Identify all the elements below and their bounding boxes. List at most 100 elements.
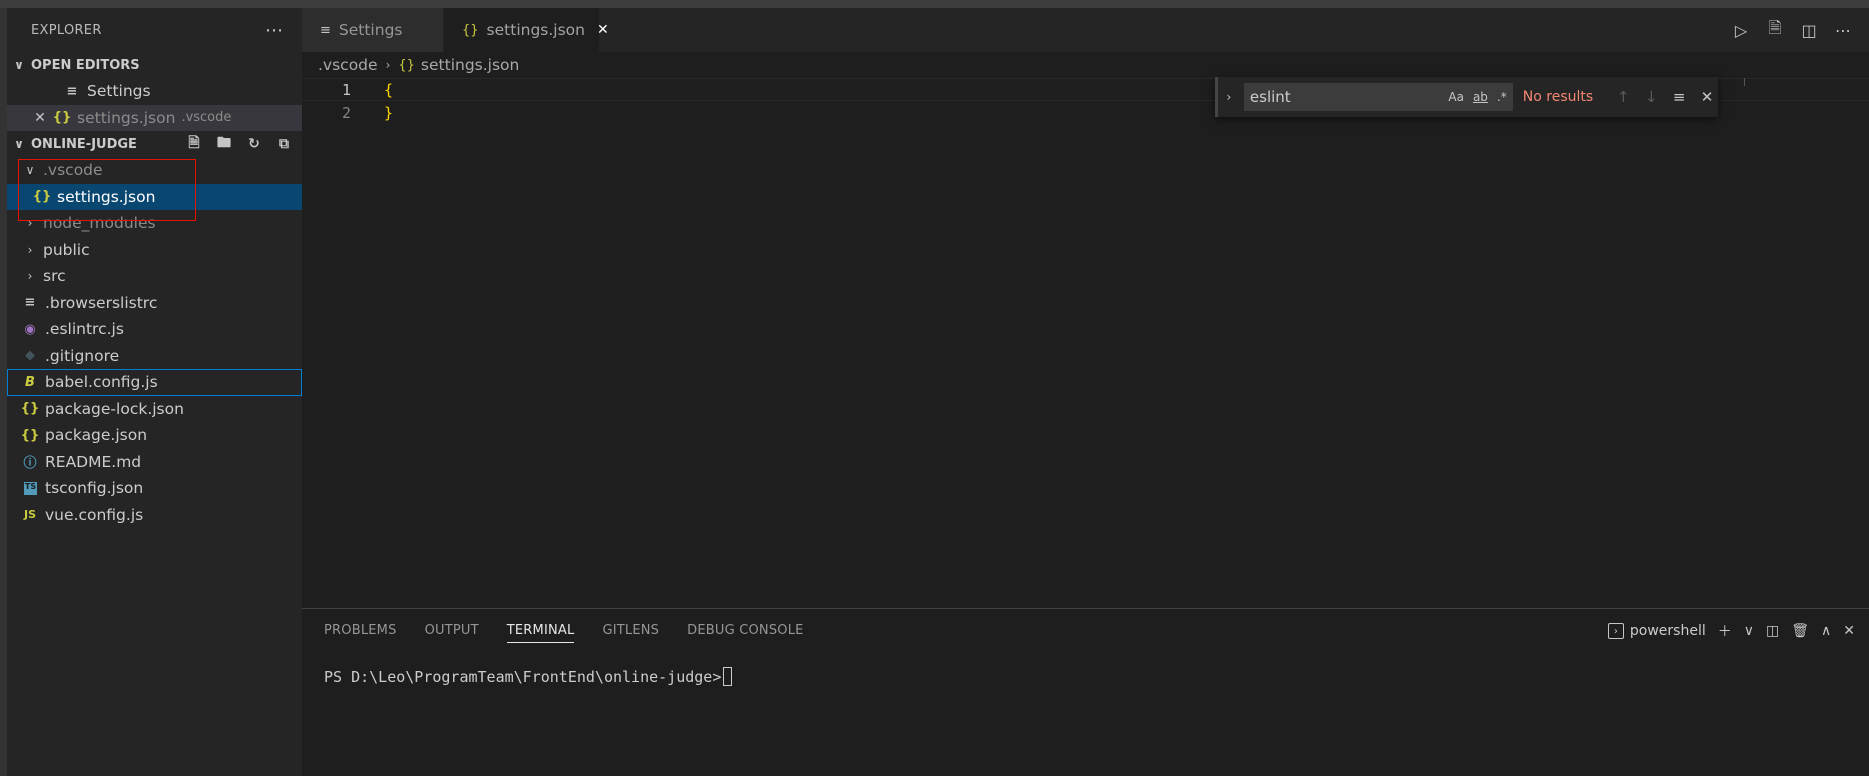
lines-file-icon: ≡ xyxy=(24,295,36,311)
terminal[interactable]: PS D:\Leo\ProgramTeam\FrontEnd\online-ju… xyxy=(324,667,733,686)
whole-word-icon[interactable]: ab xyxy=(1473,90,1488,104)
tree-item-public[interactable]: › public xyxy=(7,237,302,264)
tree-item-node-modules[interactable]: › node_modules xyxy=(7,210,302,237)
open-editor-settings[interactable]: ≡ Settings xyxy=(7,78,302,105)
tree-item-browserslistrc[interactable]: ≡ .browserslistrc xyxy=(7,290,302,317)
run-icon[interactable]: ▷ xyxy=(1731,21,1751,40)
close-panel-icon[interactable]: ✕ xyxy=(1843,623,1855,639)
line-number: 1 xyxy=(341,80,351,99)
tree-item-settings-json[interactable]: {} settings.json xyxy=(7,183,302,210)
code-text: { xyxy=(384,80,394,99)
tree-item-label: public xyxy=(43,240,90,259)
tree-item-babel-config[interactable]: B babel.config.js xyxy=(7,369,302,396)
open-editors-header[interactable]: ∨ OPEN EDITORS xyxy=(7,52,302,78)
open-settings-icon[interactable]: 🗎 xyxy=(1765,17,1785,44)
add-terminal-icon[interactable]: ＋ xyxy=(1718,621,1732,641)
tab-terminal[interactable]: TERMINAL xyxy=(506,623,575,643)
new-file-icon[interactable]: 🗎 xyxy=(184,134,204,154)
git-file-icon: ◆ xyxy=(25,348,35,364)
title-bar xyxy=(0,0,1869,8)
project-actions: 🗎 🖿 ↻ ⧉ xyxy=(184,134,294,154)
split-terminal-icon[interactable]: ◫ xyxy=(1766,623,1779,639)
tree-item-tsconfig[interactable]: TS tsconfig.json xyxy=(7,475,302,502)
open-editor-settings-json[interactable]: ✕ {} settings.json .vscode xyxy=(7,104,302,131)
chevron-right-icon: › xyxy=(27,216,33,231)
tab-gitlens[interactable]: GITLENS xyxy=(602,623,659,643)
close-icon[interactable]: ✕ xyxy=(597,22,609,38)
find-input[interactable]: eslint Aa ab .* xyxy=(1243,83,1513,111)
close-icon[interactable]: ✕ xyxy=(33,110,47,126)
tree-item-src[interactable]: › src xyxy=(7,263,302,290)
breadcrumb-folder[interactable]: .vscode xyxy=(318,56,378,74)
project-title: ONLINE-JUDGE xyxy=(31,136,137,152)
tree-item-vue-config[interactable]: JS vue.config.js xyxy=(7,502,302,529)
javascript-file-icon: JS xyxy=(23,508,36,522)
shell-label: powershell xyxy=(1629,623,1706,639)
json-file-icon: {} xyxy=(398,57,415,73)
maximize-panel-icon[interactable]: ∧ xyxy=(1821,623,1831,639)
tree-item-package-json[interactable]: {} package.json xyxy=(7,422,302,449)
info-file-icon: ⓘ xyxy=(23,456,37,472)
tree-item-gitignore[interactable]: ◆ .gitignore xyxy=(7,343,302,370)
tree-item-eslintrc[interactable]: ◉ .eslintrc.js xyxy=(7,316,302,343)
toggle-replace-icon[interactable]: › xyxy=(1220,90,1238,104)
editor-tabs: ≡ Settings {} settings.json ✕ ▷ 🗎 ◫ ⋯ xyxy=(302,8,1869,52)
settings-file-icon: ≡ xyxy=(320,22,331,38)
tree-item-label: .gitignore xyxy=(45,346,120,365)
line-number: 2 xyxy=(341,103,351,122)
find-in-selection-icon[interactable]: ≡ xyxy=(1668,88,1690,106)
tab-problems[interactable]: PROBLEMS xyxy=(324,623,397,643)
tree-item-label: .eslintrc.js xyxy=(45,320,124,339)
tab-settings-json[interactable]: {} settings.json ✕ xyxy=(444,8,609,52)
collapse-all-icon[interactable]: ⧉ xyxy=(274,134,294,154)
match-case-icon[interactable]: Aa xyxy=(1448,90,1464,104)
panel-tabs: PROBLEMS OUTPUT TERMINAL GITLENS DEBUG C… xyxy=(324,623,804,643)
editor-actions: ▷ 🗎 ◫ ⋯ xyxy=(1731,8,1853,52)
tree-item-label: settings.json xyxy=(57,187,156,206)
tree-item-readme[interactable]: ⓘ README.md xyxy=(7,449,302,476)
explorer-sidebar: EXPLORER ⋯ ∨ OPEN EDITORS ≡ Settings ✕ {… xyxy=(7,8,302,776)
chevron-right-icon: › xyxy=(27,269,33,284)
regex-icon[interactable]: .* xyxy=(1497,90,1507,104)
chevron-down-icon: ∨ xyxy=(25,163,35,178)
terminal-shell-selector[interactable]: › powershell xyxy=(1607,623,1706,639)
open-editors-title: OPEN EDITORS xyxy=(31,57,140,73)
explorer-header: EXPLORER ⋯ xyxy=(7,8,302,52)
trash-icon[interactable]: 🗑 xyxy=(1791,623,1809,639)
chevron-down-icon: ∨ xyxy=(14,137,24,151)
arrow-up-icon[interactable]: ↑ xyxy=(1612,88,1634,106)
tab-settings[interactable]: ≡ Settings xyxy=(302,8,444,52)
tab-label: Settings xyxy=(338,21,403,39)
more-actions-icon[interactable]: ⋯ xyxy=(265,20,284,41)
terminal-icon: › xyxy=(1607,623,1624,639)
tree-item-label: tsconfig.json xyxy=(45,479,144,498)
new-folder-icon[interactable]: 🖿 xyxy=(214,134,234,154)
json-file-icon: {} xyxy=(52,110,72,126)
chevron-right-icon: › xyxy=(385,58,391,72)
typescript-file-icon: TS xyxy=(24,481,37,495)
tree-item-label: .vscode xyxy=(43,161,103,180)
tree-item-label: package.json xyxy=(45,426,148,445)
minimap-ruler xyxy=(1744,78,1745,86)
tree-item-label: .browserslistrc xyxy=(45,293,158,312)
tree-item-label: package-lock.json xyxy=(45,399,184,418)
tree-item-vscode[interactable]: ∨ .vscode xyxy=(7,157,302,184)
json-file-icon: {} xyxy=(20,427,40,443)
open-editor-label: settings.json xyxy=(77,108,176,127)
breadcrumb-file[interactable]: settings.json xyxy=(421,56,519,74)
tree-item-label: vue.config.js xyxy=(45,505,144,524)
refresh-icon[interactable]: ↻ xyxy=(244,134,264,154)
split-editor-icon[interactable]: ◫ xyxy=(1799,21,1819,40)
chevron-down-icon: ∨ xyxy=(14,58,24,72)
project-header[interactable]: ∨ ONLINE-JUDGE 🗎 🖿 ↻ ⧉ xyxy=(7,131,302,157)
code-text: } xyxy=(384,103,394,122)
panel-actions: › powershell ＋ ∨ ◫ 🗑 ∧ ✕ xyxy=(1607,619,1855,643)
babel-file-icon: B xyxy=(25,374,35,390)
more-actions-icon[interactable]: ⋯ xyxy=(1833,21,1853,40)
tab-output[interactable]: OUTPUT xyxy=(425,623,479,643)
tab-debug-console[interactable]: DEBUG CONSOLE xyxy=(687,623,803,643)
arrow-down-icon[interactable]: ↓ xyxy=(1640,88,1662,106)
tree-item-package-lock[interactable]: {} package-lock.json xyxy=(7,396,302,423)
chevron-down-icon[interactable]: ∨ xyxy=(1744,623,1754,639)
close-icon[interactable]: ✕ xyxy=(1696,88,1718,106)
